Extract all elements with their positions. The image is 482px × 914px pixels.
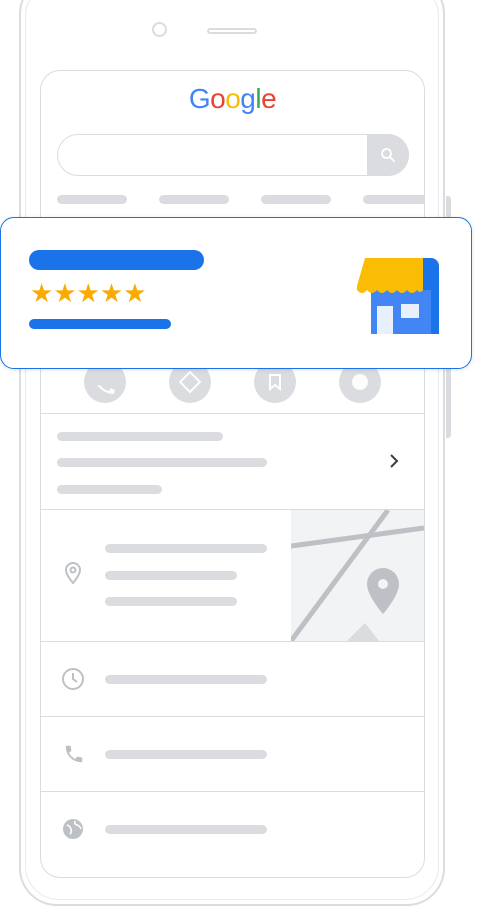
speaker-grille	[207, 28, 257, 34]
chevron-right-icon	[390, 454, 399, 468]
rating-stars: ★★★★★	[30, 278, 147, 308]
text-placeholder	[105, 750, 267, 759]
tab-placeholder[interactable]	[261, 195, 331, 204]
website-row[interactable]	[41, 792, 424, 866]
text-placeholder	[105, 675, 267, 684]
text-placeholder	[105, 825, 267, 834]
map-thumbnail[interactable]	[291, 510, 424, 641]
text-placeholder	[105, 571, 237, 580]
address-row[interactable]	[41, 510, 291, 641]
search-input[interactable]	[57, 134, 409, 176]
tab-placeholder[interactable]	[363, 195, 424, 204]
hours-row[interactable]	[41, 642, 424, 716]
text-placeholder	[105, 544, 267, 553]
search-icon	[381, 148, 395, 162]
text-placeholder	[57, 458, 267, 467]
text-placeholder	[57, 432, 223, 441]
clock-icon	[62, 668, 84, 690]
phone-screen: Google	[40, 70, 425, 878]
logo-letter: e	[261, 83, 277, 114]
tab-placeholder[interactable]	[159, 195, 229, 204]
google-logo: Google	[41, 83, 424, 115]
tab-placeholder[interactable]	[57, 195, 127, 204]
phone-row[interactable]	[41, 717, 424, 791]
camera-icon	[152, 22, 167, 37]
phone-icon	[65, 745, 83, 763]
details-row[interactable]	[41, 414, 424, 509]
search-button[interactable]	[367, 134, 409, 176]
logo-letter: o	[210, 83, 226, 114]
logo-letter: o	[225, 83, 241, 114]
map-illustration	[291, 510, 424, 641]
logo-letter: G	[188, 83, 211, 114]
business-category-placeholder	[29, 319, 171, 329]
logo-letter: g	[240, 83, 256, 114]
globe-icon	[63, 819, 83, 839]
storefront-icon	[357, 258, 439, 334]
text-placeholder	[105, 597, 237, 606]
location-pin-icon	[64, 561, 82, 585]
business-name-placeholder	[29, 250, 204, 270]
text-placeholder	[57, 485, 162, 494]
